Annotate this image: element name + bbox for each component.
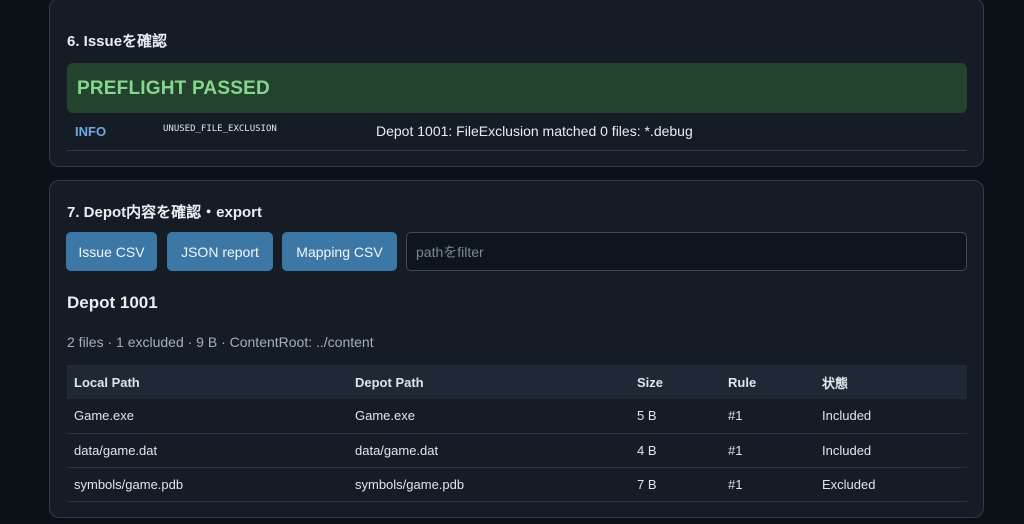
issue-level: INFO — [75, 124, 107, 139]
table-row: symbols/game.pdb symbols/game.pdb 7 B #1… — [67, 467, 967, 502]
issue-review-panel: 6. Issueを確認 PREFLIGHT PASSED INFO UNUSED… — [49, 0, 984, 167]
cell-rule: #1 — [721, 433, 815, 468]
depot-summary: 2 files · 1 excluded · 9 B · ContentRoot… — [67, 334, 374, 350]
table-row: data/game.dat data/game.dat 4 B #1 Inclu… — [67, 433, 967, 468]
column-header-rule: Rule — [728, 374, 757, 390]
cell-local-path: data/game.dat — [67, 433, 348, 468]
cell-size: 4 B — [630, 433, 721, 468]
section-title: 6. Issueを確認 — [67, 33, 168, 50]
depot-review-panel: 7. Depot内容を確認・export Issue CSV JSON repo… — [49, 180, 984, 518]
export-issue-csv-button[interactable]: Issue CSV — [66, 232, 157, 271]
cell-rule: #1 — [721, 467, 815, 502]
cell-size: 5 B — [630, 399, 721, 434]
column-header-size: Size — [637, 374, 664, 390]
issue-code: UNUSED_FILE_EXCLUSION — [163, 124, 277, 134]
section-title: 7. Depot内容を確認・export — [67, 204, 263, 221]
issue-message: Depot 1001: FileExclusion matched 0 file… — [376, 123, 693, 139]
cell-depot-path: symbols/game.pdb — [348, 467, 630, 502]
column-header-status: 状態 — [822, 375, 849, 391]
cell-local-path: symbols/game.pdb — [67, 467, 348, 502]
issue-row: INFO UNUSED_FILE_EXCLUSION Depot 1001: F… — [67, 117, 967, 151]
preflight-status-text: PREFLIGHT PASSED — [77, 78, 270, 99]
cell-local-path: Game.exe — [67, 399, 348, 434]
depot-file-table: Local Path Depot Path Size Rule 状態 Game.… — [67, 365, 967, 502]
export-mapping-csv-button[interactable]: Mapping CSV — [282, 232, 397, 271]
table-row: Game.exe Game.exe 5 B #1 Included — [67, 399, 967, 434]
cell-size: 7 B — [630, 467, 721, 502]
column-header-local-path: Local Path — [74, 374, 140, 390]
column-header-depot-path: Depot Path — [355, 374, 424, 390]
depot-title: Depot 1001 — [67, 293, 158, 312]
cell-status: Included — [815, 399, 967, 434]
cell-depot-path: Game.exe — [348, 399, 630, 434]
cell-depot-path: data/game.dat — [348, 433, 630, 468]
cell-status: Excluded — [815, 467, 967, 502]
export-json-report-button[interactable]: JSON report — [167, 232, 273, 271]
table-header-row: Local Path Depot Path Size Rule 状態 — [67, 365, 967, 399]
path-filter-input[interactable] — [406, 232, 967, 271]
preflight-status-banner: PREFLIGHT PASSED — [67, 63, 967, 113]
cell-rule: #1 — [721, 399, 815, 434]
cell-status: Included — [815, 433, 967, 468]
